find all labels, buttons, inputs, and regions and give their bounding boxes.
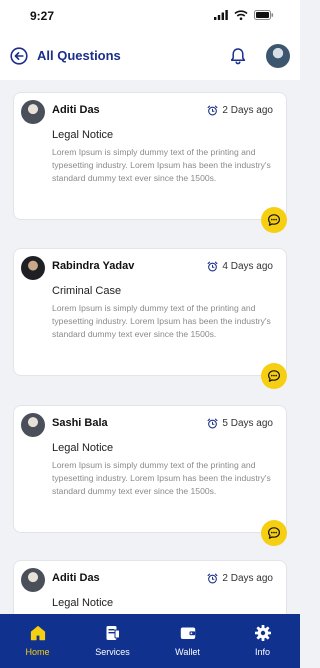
user-avatar [21,568,45,592]
nav-services-label: Services [95,647,130,657]
time-ago-text: 2 Days ago [222,105,273,116]
wallet-icon [180,627,195,639]
question-description: Lorem Ipsum is simply dummy text of the … [52,147,271,183]
nav-home[interactable]: Home [0,614,75,668]
nav-services[interactable]: Services [75,614,150,668]
question-description: Lorem Ipsum is simply dummy text of the … [52,303,271,339]
services-icon [106,626,120,640]
user-avatar [21,413,45,437]
bell-icon[interactable] [230,47,246,65]
chat-bubble-icon [268,527,280,539]
question-description: Lorem Ipsum is simply dummy text of the … [52,460,271,496]
bottom-nav: Home Services Wallet Info [0,614,300,668]
wifi-icon [234,10,248,20]
status-icons [214,10,274,20]
alarm-clock-icon [207,105,218,116]
question-subject: Legal Notice [52,597,114,609]
home-icon [30,626,45,641]
time-ago: 5 Days ago [207,418,273,429]
alarm-clock-icon [207,418,218,429]
question-subject: Legal Notice [52,442,114,454]
chat-button[interactable] [261,207,287,233]
question-subject: Legal Notice [52,129,114,141]
question-card[interactable]: Rabindra Yadav 4 Days ago Criminal Case … [13,248,287,389]
nav-info-label: Info [254,647,270,657]
user-name: Rabindra Yadav [52,260,135,272]
status-time: 9:27 [30,9,55,23]
gear-icon [254,625,271,641]
profile-avatar[interactable] [266,44,290,68]
question-card[interactable]: Sashi Bala 5 Days ago Legal Notice Lorem… [13,405,287,546]
back-arrow-icon[interactable] [10,47,28,65]
nav-home-label: Home [25,647,50,657]
nav-wallet-label: Wallet [175,647,200,657]
user-name: Sashi Bala [52,417,108,429]
app-header: All Questions [0,32,300,80]
signal-icon [214,10,228,20]
time-ago-text: 4 Days ago [222,261,273,272]
user-name: Aditi Das [52,104,100,116]
time-ago-text: 2 Days ago [222,573,273,584]
time-ago: 4 Days ago [207,261,273,272]
question-subject: Criminal Case [52,285,122,297]
time-ago: 2 Days ago [207,573,273,584]
page-title: All Questions [37,48,121,63]
question-card[interactable]: Aditi Das 2 Days ago Legal Notice Lorem … [13,92,287,233]
chat-button[interactable] [261,520,287,546]
chat-button[interactable] [261,363,287,389]
chat-bubble-icon [268,214,280,226]
user-avatar [21,100,45,124]
nav-wallet[interactable]: Wallet [150,614,225,668]
nav-info[interactable]: Info [225,614,300,668]
alarm-clock-icon [207,573,218,584]
battery-icon [254,10,274,20]
time-ago: 2 Days ago [207,105,273,116]
user-name: Aditi Das [52,572,100,584]
time-ago-text: 5 Days ago [222,418,273,429]
status-bar: 9:27 [0,0,300,32]
user-avatar [21,256,45,280]
alarm-clock-icon [207,261,218,272]
chat-bubble-icon [268,370,280,382]
